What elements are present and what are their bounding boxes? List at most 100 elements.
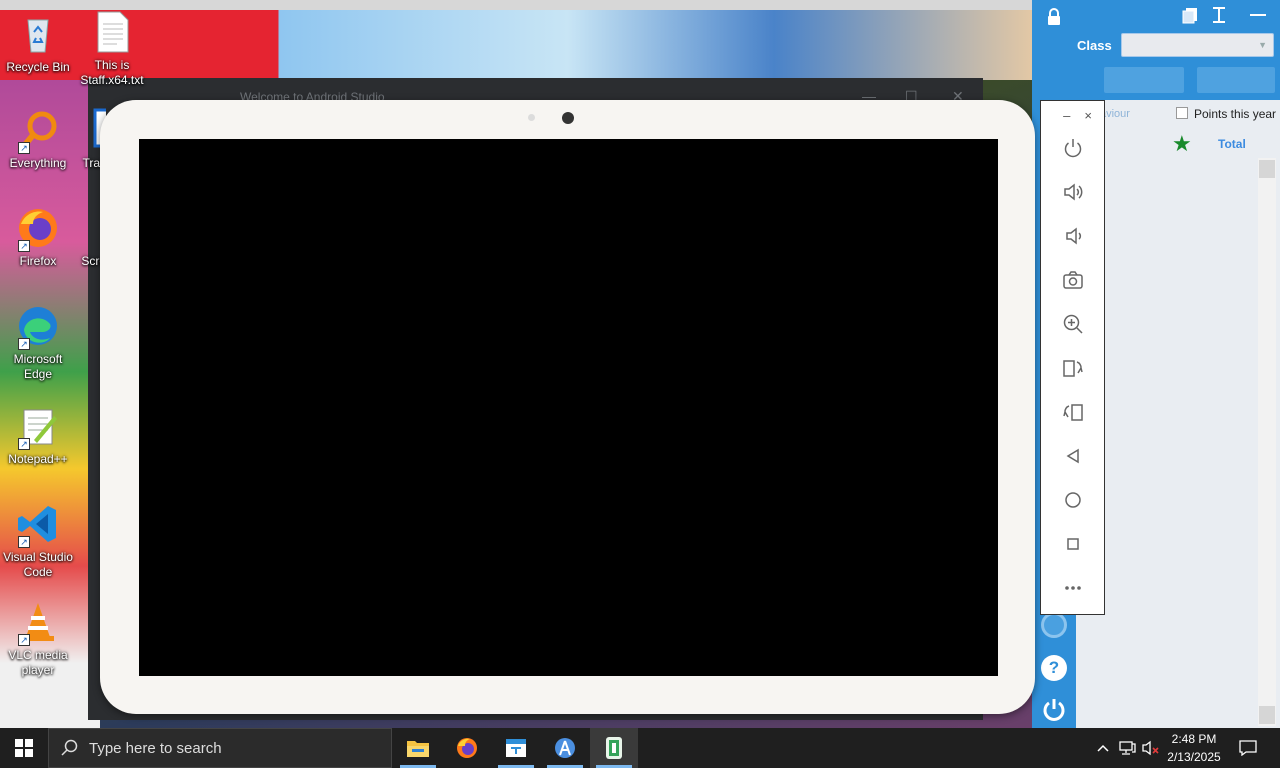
screenshot-button[interactable] [1056,263,1090,297]
file-explorer-icon [407,741,429,757]
overview-square-icon [1067,538,1079,550]
rotate-left-icon [1063,360,1083,377]
desktop-icon-label: This is Staff.x64.txt [80,58,144,87]
overview-button[interactable] [1056,527,1090,561]
minimize-icon[interactable]: – [1063,108,1070,123]
shortcut-arrow-icon: ↗ [18,240,30,252]
taskbar-search-box[interactable]: Type here to search [48,728,392,768]
power-icon [1064,139,1082,158]
window-minimize-icon[interactable] [1250,14,1266,16]
settings-ring-icon[interactable] [1041,612,1067,638]
more-dots-icon [1065,586,1081,590]
class-label: Class [1077,38,1112,53]
clock-date: 2/13/2025 [1167,750,1221,764]
scroll-up-button[interactable] [1259,160,1275,178]
shortcut-arrow-icon: ↗ [18,634,30,646]
android-studio-icon [555,738,575,758]
action-button-2[interactable] [1197,67,1275,93]
shortcut-arrow-icon: ↗ [18,438,30,450]
desktop-icon-vscode[interactable]: ↗ Visual Studio Code [0,502,76,580]
star-icon: ★ [1172,131,1192,156]
power-off-icon[interactable] [1041,696,1067,727]
help-icon[interactable]: ? [1041,655,1067,681]
notepadpp-icon: ↗ [16,404,60,450]
notifications-icon[interactable] [1234,728,1262,768]
total-column-header: Total [1218,137,1246,151]
close-icon[interactable]: × [1084,108,1092,123]
sensor-dot [528,114,535,121]
class-app-icon [506,739,526,757]
wallpaper-strip [0,0,1032,10]
points-this-year-checkbox[interactable] [1176,107,1188,119]
emulator-icon [606,737,622,759]
start-button[interactable] [0,728,48,768]
volume-down-icon [1066,227,1082,245]
network-icon[interactable] [1116,728,1138,768]
desktop-icon-label: Firefox [19,254,57,268]
desktop-icon-firefox[interactable]: ↗ Firefox [0,206,76,269]
emulator-toolbar: – × [1040,100,1105,615]
firefox-icon: ↗ [16,206,60,252]
windows-logo-icon [15,739,33,757]
camera-icon [1063,271,1083,289]
desktop-icon-recycle-bin[interactable]: Recycle Bin [0,12,76,75]
everything-search-icon: ↗ [16,108,60,154]
vscode-icon: ↗ [16,502,60,548]
lock-icon[interactable] [1045,8,1063,31]
volume-up-icon [1064,183,1083,201]
taskbar-firefox[interactable] [443,728,491,768]
taskbar: Type here to search 2:48 PM 2/13/2025 [0,728,1280,768]
desktop-icon-label: Notepad++ [8,452,68,466]
tray-chevron-up-icon[interactable] [1093,728,1113,768]
desktop-icon-label: VLC media player [8,648,68,677]
text-file-icon [90,10,134,54]
volume-down-button[interactable] [1056,219,1090,253]
power-button[interactable] [1056,131,1090,165]
taskbar-android-studio[interactable] [541,728,589,768]
rotate-right-button[interactable] [1056,395,1090,429]
copy-icon[interactable] [1181,6,1199,29]
edge-icon: ↗ [16,304,60,350]
desktop-icon-everything[interactable]: ↗ Everything [0,108,76,171]
shortcut-arrow-icon: ↗ [18,338,30,350]
points-this-year-label: Points this year [1194,107,1277,121]
wallpaper [0,0,1032,80]
home-button[interactable] [1056,483,1090,517]
back-triangle-icon [1066,448,1079,464]
desktop-icon-label: Microsoft Edge [13,352,63,381]
vlc-icon: ↗ [16,600,60,646]
taskbar-emulator[interactable] [590,728,638,768]
action-button-1[interactable] [1104,67,1184,93]
scroll-down-button[interactable] [1259,706,1275,724]
scrollbar[interactable] [1258,158,1276,726]
search-placeholder: Type here to search [89,739,222,757]
taskbar-file-explorer[interactable] [394,728,442,768]
taskbar-class-app[interactable] [492,728,540,768]
desktop-icon-label: Visual Studio Code [3,550,73,579]
volume-up-button[interactable] [1056,175,1090,209]
clock-time: 2:48 PM [1171,732,1217,746]
class-app-header: Class ▼ [1032,0,1280,100]
rotate-left-button[interactable] [1056,351,1090,385]
desktop-icon-notepadpp[interactable]: ↗ Notepad++ [0,404,76,467]
emulator-screen[interactable] [139,139,998,676]
emulator-device-frame [100,100,1035,714]
more-button[interactable] [1056,571,1090,605]
zoom-button[interactable] [1056,307,1090,341]
chevron-down-icon: ▼ [1258,40,1267,50]
recycle-bin-icon [16,12,60,56]
text-cursor-icon[interactable] [1210,6,1228,29]
shortcut-arrow-icon: ↗ [18,142,30,154]
back-button[interactable] [1056,439,1090,473]
desktop-icon-text-file[interactable]: This is Staff.x64.txt [74,10,150,88]
zoom-in-icon [1063,314,1083,334]
desktop-icon-vlc[interactable]: ↗ VLC media player [0,600,76,678]
rotate-right-icon [1063,404,1083,421]
class-select[interactable]: ▼ [1121,33,1274,57]
desktop-icon-edge[interactable]: ↗ Microsoft Edge [0,304,76,382]
taskbar-clock[interactable]: 2:48 PM 2/13/2025 [1158,730,1230,766]
emulator-toolbar-titlebar: – × [1041,101,1104,129]
shortcut-arrow-icon: ↗ [18,536,30,548]
desktop-icon-label: Everything [9,156,67,170]
home-circle-icon [1065,492,1081,508]
